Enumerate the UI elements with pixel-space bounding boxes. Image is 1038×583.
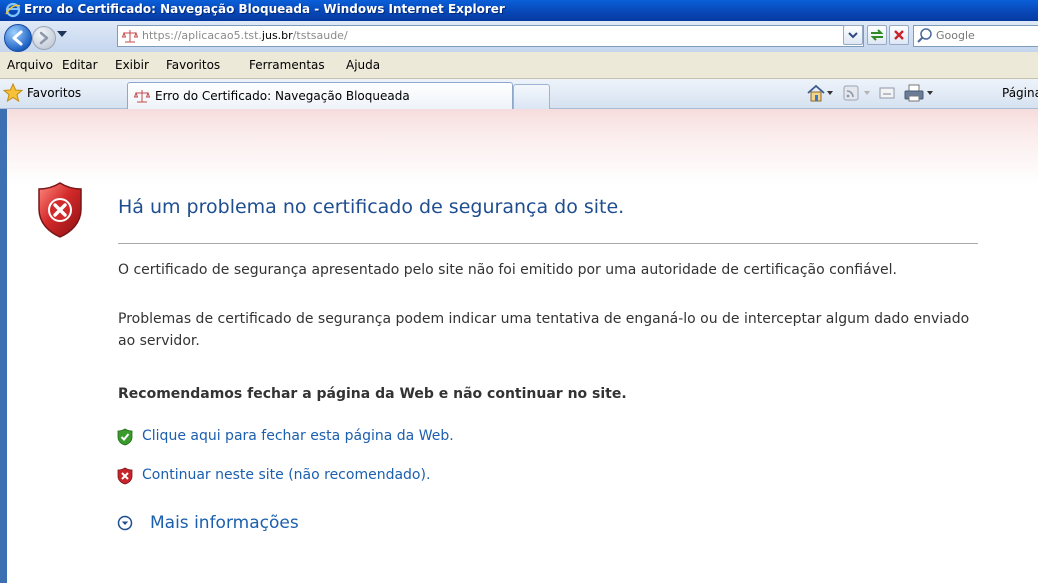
- tab-active[interactable]: Erro do Certificado: Navegação Bloqueada: [127, 82, 513, 109]
- chevron-down-icon[interactable]: [926, 89, 934, 97]
- url-text: https://aplicacao5.tst.jus.br/tstsaude/: [142, 29, 348, 42]
- menu-exibir[interactable]: Exibir: [115, 58, 149, 72]
- page-title: Há um problema no certificado de seguran…: [118, 196, 625, 218]
- certificate-description: O certificado de segurança apresentado p…: [118, 262, 897, 278]
- back-button[interactable]: [4, 24, 32, 52]
- stop-button[interactable]: [889, 25, 909, 45]
- title-bar[interactable]: Erro do Certificado: Navegação Bloqueada…: [0, 0, 1038, 21]
- more-info-label[interactable]: Mais informações: [150, 513, 299, 533]
- refresh-button[interactable]: [867, 25, 887, 45]
- new-tab-button[interactable]: [513, 84, 550, 109]
- home-icon[interactable]: [805, 83, 827, 103]
- close-page-link-text[interactable]: Clique aqui para fechar esta página da W…: [142, 428, 454, 444]
- search-field[interactable]: Google: [913, 25, 1038, 47]
- chevron-down-icon[interactable]: [826, 89, 834, 97]
- tab-bar: Favoritos Erro do Certificado: Navegação…: [0, 79, 1038, 109]
- feeds-icon[interactable]: [842, 83, 860, 103]
- address-field[interactable]: https://aplicacao5.tst.jus.br/tstsaude/: [117, 25, 864, 47]
- shield-error-icon: [117, 467, 133, 485]
- forward-button[interactable]: [32, 26, 56, 50]
- certificate-error-icon: [134, 90, 150, 103]
- print-icon[interactable]: [903, 83, 925, 103]
- menu-ajuda[interactable]: Ajuda: [346, 58, 380, 72]
- page-menu-button[interactable]: Página: [1002, 86, 1038, 100]
- internet-explorer-icon: [5, 2, 21, 18]
- address-bar: https://aplicacao5.tst.jus.br/tstsaude/ …: [0, 21, 1038, 52]
- back-arrow-icon: [12, 30, 23, 46]
- url-host: jus.br: [261, 29, 293, 42]
- search-icon: [917, 28, 932, 43]
- favorites-button[interactable]: Favoritos: [3, 82, 113, 104]
- recommendation-text: Recomendamos fechar a página da Web e nã…: [118, 386, 627, 402]
- refresh-icon: [870, 29, 884, 41]
- expand-down-icon: [117, 515, 133, 531]
- forward-arrow-icon: [39, 31, 49, 45]
- search-placeholder: Google: [936, 29, 975, 42]
- chevron-down-icon[interactable]: [863, 89, 871, 97]
- chevron-down-icon: [848, 32, 858, 39]
- url-prefix: https://aplicacao5.tst.: [142, 29, 262, 42]
- mail-icon[interactable]: [877, 83, 897, 103]
- menu-bar: Arquivo Editar Exibir Favoritos Ferramen…: [0, 52, 1038, 79]
- left-frame-border: [0, 109, 7, 583]
- menu-editar[interactable]: Editar: [62, 58, 98, 72]
- divider: [118, 243, 978, 244]
- certificate-warning: Problemas de certificado de segurança po…: [118, 311, 970, 349]
- address-dropdown-button[interactable]: [843, 25, 863, 45]
- shield-check-icon: [117, 428, 133, 446]
- menu-arquivo[interactable]: Arquivo: [7, 58, 53, 72]
- shield-error-icon: [38, 182, 82, 238]
- tab-label: Erro do Certificado: Navegação Bloqueada: [155, 89, 410, 103]
- menu-ferramentas[interactable]: Ferramentas: [249, 58, 325, 72]
- url-suffix: /tstsaude/: [292, 29, 348, 42]
- star-icon: [3, 83, 23, 103]
- menu-favoritos[interactable]: Favoritos: [166, 58, 220, 72]
- history-dropdown-icon[interactable]: [57, 31, 67, 37]
- certificate-error-icon: [122, 30, 138, 43]
- window-title: Erro do Certificado: Navegação Bloqueada…: [24, 2, 505, 16]
- favorites-label: Favoritos: [27, 86, 82, 100]
- close-icon: [894, 30, 904, 40]
- continue-site-link-text[interactable]: Continuar neste site (não recomendado).: [142, 467, 430, 483]
